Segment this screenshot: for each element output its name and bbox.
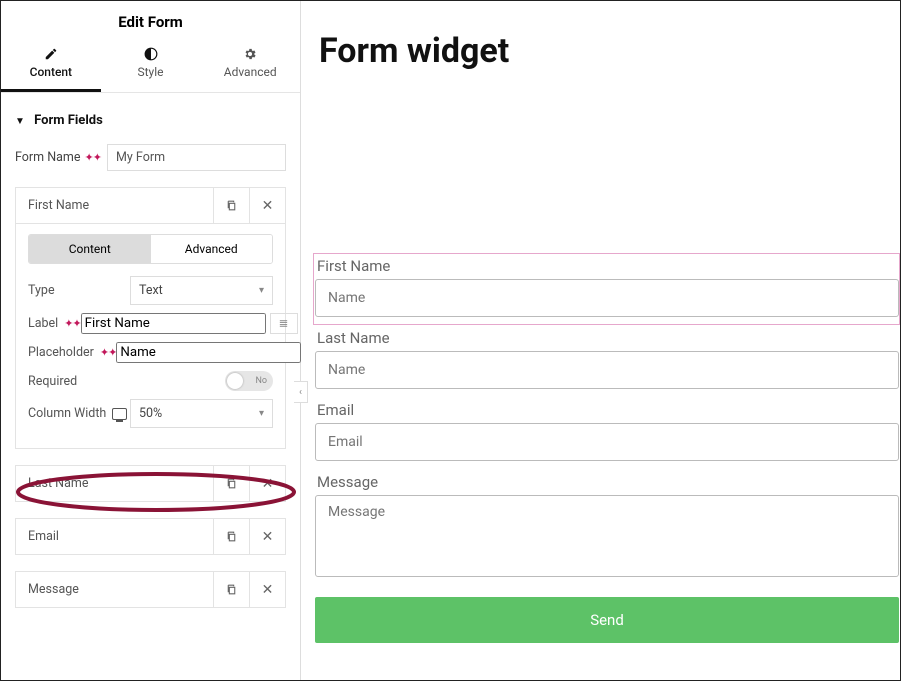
preview-input[interactable] [315, 279, 899, 317]
toggle-knob [227, 373, 243, 389]
preview-label: Last Name [315, 327, 898, 349]
duplicate-button[interactable] [213, 572, 249, 607]
section-title: Form Fields [34, 113, 103, 128]
panel-tabs: Content Style Advanced [1, 45, 300, 93]
pencil-icon [1, 47, 101, 61]
tab-advanced-label: Advanced [224, 65, 277, 79]
edit-panel: Edit Form Content Style Advanced ▼ Form … [1, 1, 301, 680]
required-label: Required [28, 374, 130, 389]
form-name-label: Form Name [15, 150, 81, 165]
type-select[interactable]: Text ▾ [130, 276, 273, 305]
column-width-select[interactable]: 50% ▾ [130, 399, 273, 428]
type-value: Text [139, 283, 163, 298]
field-tab-content[interactable]: Content [29, 235, 151, 263]
type-label: Type [28, 283, 130, 298]
preview-field-first-name[interactable]: First Name [315, 255, 898, 323]
dynamic-tags-icon[interactable]: ✦✦ [85, 151, 101, 164]
preview-field-message[interactable]: Message [315, 471, 898, 587]
duplicate-button[interactable] [213, 466, 249, 501]
field-card-first-name: First Name ✕ Content Advanced Type Text [15, 187, 286, 449]
tab-style[interactable]: Style [101, 45, 201, 92]
label-label: Label [28, 316, 58, 331]
preview-textarea[interactable] [315, 495, 899, 577]
tab-advanced[interactable]: Advanced [200, 45, 300, 92]
preview-label: Message [315, 471, 898, 493]
preview-field-email[interactable]: Email [315, 399, 898, 467]
dynamic-tags-icon[interactable]: ✦✦ [64, 317, 80, 330]
field-card-email: Email ✕ [15, 518, 286, 555]
form-name-row: Form Name ✦✦ [15, 144, 286, 171]
contrast-icon [101, 47, 201, 61]
duplicate-button[interactable] [213, 188, 249, 223]
chevron-down-icon: ▾ [259, 285, 264, 296]
panel-title: Edit Form [1, 1, 300, 45]
remove-button[interactable]: ✕ [249, 466, 285, 501]
preview-input[interactable] [315, 351, 899, 389]
section-form-fields[interactable]: ▼ Form Fields [15, 107, 286, 140]
field-card-header[interactable]: Message [16, 572, 213, 607]
dynamic-tag-button[interactable] [270, 313, 298, 334]
gear-icon [200, 47, 300, 61]
required-toggle[interactable]: No [225, 371, 273, 391]
field-card-message: Message ✕ [15, 571, 286, 608]
remove-button[interactable]: ✕ [249, 572, 285, 607]
tab-content-label: Content [30, 65, 72, 79]
collapse-sidebar-button[interactable]: ‹ [294, 381, 308, 403]
field-card-header[interactable]: Last Name [16, 466, 213, 501]
duplicate-button[interactable] [213, 519, 249, 554]
column-width-label: Column Width [28, 406, 106, 421]
form-name-input[interactable] [107, 144, 286, 171]
caret-down-icon: ▼ [15, 116, 25, 127]
field-card-header[interactable]: First Name [16, 188, 213, 223]
tab-style-label: Style [138, 65, 164, 79]
dynamic-tags-icon[interactable]: ✦✦ [100, 346, 116, 359]
remove-button[interactable]: ✕ [249, 188, 285, 223]
preview-submit-button[interactable]: Send [315, 597, 899, 643]
required-value: No [255, 376, 267, 386]
preview-form: First Name Last Name Email Message Send [315, 255, 898, 643]
placeholder-input[interactable] [116, 342, 301, 363]
remove-button[interactable]: ✕ [249, 519, 285, 554]
field-card-last-name: Last Name ✕ [15, 465, 286, 502]
label-input[interactable] [81, 313, 266, 334]
field-inner-tabs: Content Advanced [28, 234, 273, 264]
preview-label: Email [315, 399, 898, 421]
preview-input[interactable] [315, 423, 899, 461]
canvas: ‹ Form widget First Name Last Name Email… [301, 1, 900, 680]
preview-label: First Name [315, 255, 898, 277]
preview-field-last-name[interactable]: Last Name [315, 327, 898, 395]
field-card-header[interactable]: Email [16, 519, 213, 554]
placeholder-label: Placeholder [28, 345, 94, 360]
chevron-down-icon: ▾ [259, 408, 264, 419]
desktop-icon[interactable] [112, 408, 127, 420]
page-title: Form widget [319, 31, 900, 71]
column-width-value: 50% [139, 406, 162, 421]
field-tab-advanced[interactable]: Advanced [151, 235, 273, 263]
tab-content[interactable]: Content [1, 45, 101, 92]
